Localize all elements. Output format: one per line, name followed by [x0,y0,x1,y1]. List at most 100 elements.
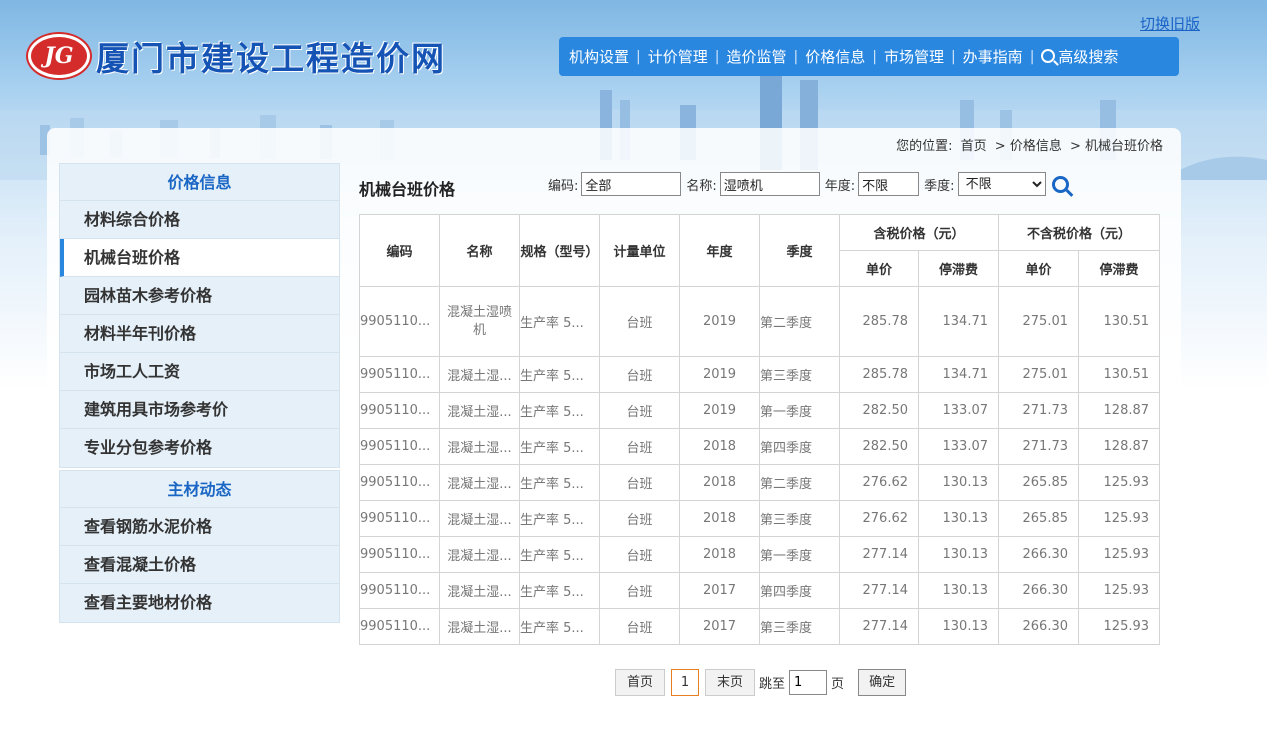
filter-bar: 编码: 名称: 年度: 季度: 不限 [548,172,1069,196]
table-row[interactable]: 9905110... 混凝土湿喷机 生产率 5... 台班 2019 第二季度 285.78… [359,286,1161,357]
code-input[interactable] [581,172,682,196]
cell-tax-unit-price: 285.78 [839,286,919,357]
sidebar: 价格信息 材料综合价格 机械台班价格 园林苗木参考价格 材料半年刊价格 市场工人… [59,163,340,625]
cell-year: 2018 [679,536,760,573]
cell-spec: 生产率 5... [519,428,600,465]
quarter-label: 季度: [924,178,955,194]
cell-tax-unit-price: 277.14 [839,536,919,573]
cell-tax-unit-price: 282.50 [839,428,919,465]
cell-quarter: 第三季度 [759,356,840,393]
sidebar-item-steel-cement[interactable]: 查看钢筋水泥价格 [60,508,339,546]
table-row[interactable]: 9905110... 混凝土湿... 生产率 5... 台班 2018 第四季度 282.5… [359,428,1161,465]
cell-tax-idle-fee: 134.71 [917,286,1000,357]
breadcrumb-home[interactable]: 首页 [961,139,987,154]
advanced-search-label: 高级搜索 [1058,48,1119,66]
switch-old-version-link[interactable]: 切换旧版 [1140,13,1200,34]
cell-tax-unit-price: 276.62 [839,464,919,501]
cell-tax-idle-fee: 130.13 [917,500,1000,537]
cell-quarter: 第三季度 [759,500,840,537]
cell-unit: 台班 [599,392,680,429]
cell-spec: 生产率 5... [519,500,600,537]
cell-tax-idle-fee: 133.07 [917,392,1000,429]
sidebar-item-concrete[interactable]: 查看混凝土价格 [60,546,339,584]
sidebar-group-title: 主材动态 [60,471,339,508]
cell-unit: 台班 [599,356,680,393]
cell-unit: 台班 [599,572,680,609]
site-logo[interactable]: JG 厦门市建设工程造价网 [28,32,446,80]
sidebar-item-machine-price[interactable]: 机械台班价格 [60,239,339,277]
table-row[interactable]: 9905110... 混凝土湿... 生产率 5... 台班 2018 第三季度 276.6… [359,500,1161,537]
col-unit: 计量单位 [599,214,680,287]
cell-quarter: 第一季度 [759,536,840,573]
sidebar-group-price-info: 价格信息 材料综合价格 机械台班价格 园林苗木参考价格 材料半年刊价格 市场工人… [59,163,340,468]
cell-quarter: 第一季度 [759,392,840,429]
breadcrumb-current[interactable]: > 机械台班价格 [1070,139,1163,154]
jump-page-input[interactable] [789,670,828,695]
col-name: 名称 [439,214,520,287]
first-page-button[interactable]: 首页 [615,669,666,696]
col-group-notax: 不含税价格（元） [998,214,1161,251]
nav-advanced-search[interactable]: 高级搜索 [1041,46,1118,67]
sidebar-item-half-year-price[interactable]: 材料半年刊价格 [60,315,339,353]
current-page-button[interactable]: 1 [671,669,700,696]
sidebar-item-labor-wage[interactable]: 市场工人工资 [60,353,339,391]
cell-notax-idle-fee: 125.93 [1078,536,1161,573]
cell-quarter: 第二季度 [759,286,840,357]
cell-year: 2018 [679,500,760,537]
sidebar-item-material-price[interactable]: 材料综合价格 [60,201,339,239]
cell-tax-idle-fee: 130.13 [917,572,1000,609]
price-table: 编码 名称 规格（型号） 计量单位 年度 季度 含税价格（元） 不含税价格（元）… [359,214,1161,645]
last-page-button[interactable]: 末页 [705,669,756,696]
breadcrumb-price-info[interactable]: > 价格信息 [995,139,1062,154]
nav-price-info[interactable]: 价格信息 [805,46,865,67]
table-row[interactable]: 9905110... 混凝土湿... 生产率 5... 台班 2019 第一季度 282.5… [359,392,1161,429]
cell-name: 混凝土湿... [439,428,520,465]
search-icon[interactable] [1051,175,1069,193]
quarter-select[interactable]: 不限 [957,172,1046,196]
sidebar-item-nursery-price[interactable]: 园林苗木参考价格 [60,277,339,315]
table-row[interactable]: 9905110... 混凝土湿... 生产率 5... 台班 2017 第四季度 277.1… [359,572,1161,609]
cell-spec: 生产率 5... [519,572,600,609]
col-group-tax: 含税价格（元） [838,214,1000,251]
cell-unit: 台班 [599,428,680,465]
sidebar-item-local-materials[interactable]: 查看主要地材价格 [60,584,339,622]
confirm-button[interactable]: 确定 [858,669,907,696]
cell-notax-idle-fee: 125.93 [1078,608,1161,645]
cell-quarter: 第二季度 [759,464,840,501]
cell-name: 混凝土湿喷机 [439,286,520,357]
nav-pricing-management[interactable]: 计价管理 [648,46,708,67]
sidebar-item-tool-price[interactable]: 建筑用具市场参考价 [60,391,339,429]
cell-quarter: 第四季度 [759,572,840,609]
nav-cost-supervision[interactable]: 造价监管 [726,46,786,67]
col-notax-unit-price: 单价 [998,250,1080,287]
cell-code: 9905110... [359,392,440,429]
sidebar-item-subcontract-price[interactable]: 专业分包参考价格 [60,429,339,467]
table-row[interactable]: 9905110... 混凝土湿... 生产率 5... 台班 2018 第二季度 276.6… [359,464,1161,501]
cell-notax-unit-price: 266.30 [998,608,1080,645]
table-row[interactable]: 9905110... 混凝土湿... 生产率 5... 台班 2017 第三季度 277.1… [359,608,1161,645]
table-row[interactable]: 9905110... 混凝土湿... 生产率 5... 台班 2019 第三季度 285.7… [359,356,1161,393]
cell-notax-idle-fee: 125.93 [1078,572,1161,609]
cell-code: 9905110... [359,428,440,465]
cell-tax-unit-price: 277.14 [839,608,919,645]
cell-tax-idle-fee: 134.71 [917,356,1000,393]
table-row[interactable]: 9905110... 混凝土湿... 生产率 5... 台班 2018 第一季度 277.1… [359,536,1161,573]
cell-tax-unit-price: 285.78 [839,356,919,393]
pagination: 首页 1 末页 跳至 页 确定 [615,669,907,696]
nav-service-guide[interactable]: 办事指南 [963,46,1023,67]
sidebar-group-material-trends: 主材动态 查看钢筋水泥价格 查看混凝土价格 查看主要地材价格 [59,470,340,623]
nav-org-settings[interactable]: 机构设置 [569,46,629,67]
cell-name: 混凝土湿... [439,464,520,501]
top-navigation: 机构设置 | 计价管理 | 造价监管 | 价格信息 | 市场管理 | 办事指南 | 高级搜索 [559,37,1179,76]
year-input[interactable] [858,172,920,196]
cell-notax-idle-fee: 130.51 [1078,286,1161,357]
cell-name: 混凝土湿... [439,608,520,645]
col-code: 编码 [359,214,440,287]
cell-name: 混凝土湿... [439,572,520,609]
col-notax-idle-fee: 停滞费 [1078,250,1161,287]
page-suffix: 页 [831,677,845,692]
nav-market-management[interactable]: 市场管理 [884,46,944,67]
name-input[interactable] [719,172,820,196]
cell-notax-idle-fee: 125.93 [1078,464,1161,501]
cell-notax-unit-price: 265.85 [998,500,1080,537]
